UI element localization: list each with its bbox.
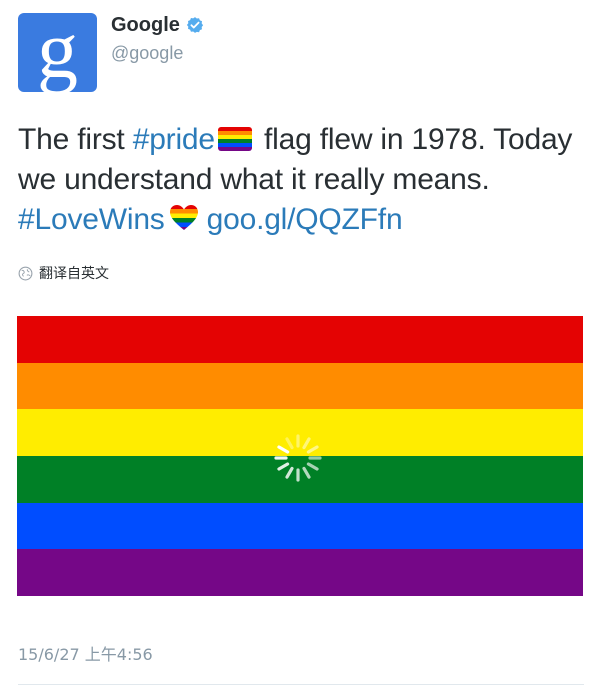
tweet-text: The first #pride flag flew in 1978. Toda…: [18, 120, 588, 240]
tweet-header: g Google @google: [0, 0, 600, 100]
spinner-spoke: [306, 462, 319, 471]
flag-stripe: [17, 362, 583, 410]
timestamp[interactable]: 15/6/27 上午4:56: [18, 641, 153, 665]
divider: [18, 684, 584, 685]
hashtag-lovewins-link[interactable]: #LoveWins: [18, 203, 165, 236]
verified-badge-icon: [186, 17, 203, 33]
display-name[interactable]: Google: [111, 12, 180, 38]
spinner-spoke: [302, 437, 311, 450]
spinner-spoke: [285, 437, 294, 450]
spinner-spoke: [285, 466, 294, 479]
spinner-icon: [274, 434, 322, 482]
avatar[interactable]: g: [18, 13, 97, 92]
rainbow-flag-emoji-icon: [217, 127, 252, 151]
spinner-spoke: [302, 466, 311, 479]
flag-stripe: [17, 316, 583, 363]
flag-stripe: [17, 502, 583, 550]
name-row: Google: [111, 12, 204, 38]
tweet-text-part: The first: [18, 123, 133, 156]
avatar-letter: g: [37, 13, 78, 92]
flag-stripe: [17, 549, 583, 596]
spinner-spoke: [277, 462, 290, 471]
translate-row[interactable]: 翻译自英文: [18, 263, 109, 283]
user-handle[interactable]: @google: [111, 42, 183, 64]
tweet-link[interactable]: goo.gl/QQZFfn: [207, 203, 403, 236]
spinner-spoke: [277, 445, 290, 454]
rainbow-heart-emoji-icon: [169, 205, 198, 230]
spinner-spoke: [306, 445, 319, 454]
hashtag-pride-link[interactable]: #pride: [133, 123, 215, 156]
translate-label[interactable]: 翻译自英文: [39, 263, 109, 283]
globe-icon: [18, 266, 33, 280]
